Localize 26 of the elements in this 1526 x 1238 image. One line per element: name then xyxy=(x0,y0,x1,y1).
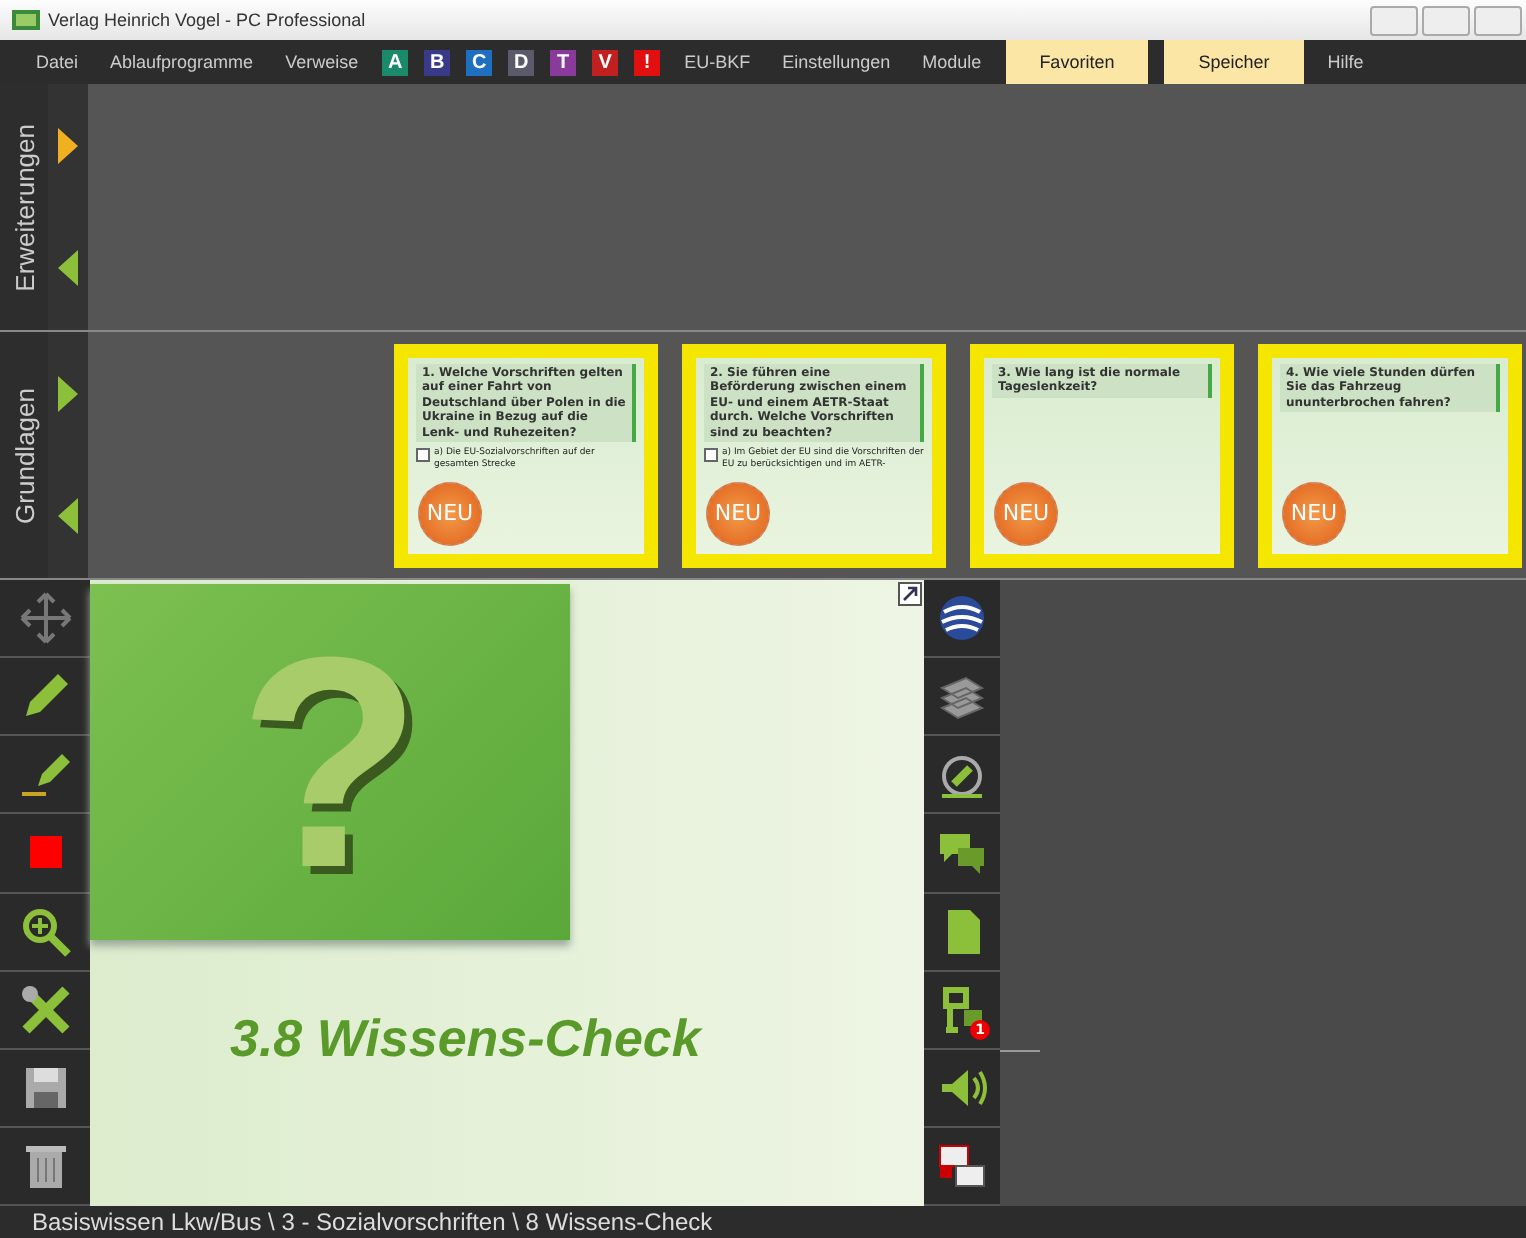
slide-title: 3.8 Wissens-Check xyxy=(230,1008,701,1070)
menu-item[interactable]: Datei xyxy=(28,40,87,84)
reference-badge[interactable]: ! xyxy=(634,49,661,75)
new-badge: NEU xyxy=(1282,481,1346,545)
question-mark: ? xyxy=(238,591,422,933)
menu-item[interactable]: Module xyxy=(914,40,990,84)
menu-item[interactable]: Ablaufprogramme xyxy=(102,40,262,84)
menu-item[interactable]: Favoriten xyxy=(1005,40,1149,84)
menu-item[interactable]: EU-BKF xyxy=(676,40,759,84)
panel-tab[interactable]: Grundlagen xyxy=(0,332,48,578)
new-badge: NEU xyxy=(994,481,1058,545)
reference-badge[interactable]: A xyxy=(382,49,409,75)
menu-item[interactable]: Verweise xyxy=(277,40,367,84)
window-title: Verlag Heinrich Vogel - PC Professional xyxy=(48,10,366,30)
new-badge: NEU xyxy=(706,481,770,545)
new-badge: NEU xyxy=(418,481,482,545)
breadcrumb: Basiswissen Lkw/Bus \ 3 - Sozialvorschriften \ 8 Wissens-Check xyxy=(32,1208,713,1236)
menu-item[interactable]: Hilfe xyxy=(1319,40,1372,84)
reference-badge[interactable]: T xyxy=(550,49,577,75)
reference-badge[interactable]: D xyxy=(508,49,535,75)
reference-badge[interactable]: C xyxy=(466,49,493,75)
reference-badge[interactable]: V xyxy=(592,49,619,75)
menu-item[interactable]: Speicher xyxy=(1164,40,1304,84)
panel-tab[interactable]: Erweiterungen xyxy=(0,84,48,330)
reference-badge[interactable]: B xyxy=(424,49,451,75)
menu-item[interactable]: Einstellungen xyxy=(774,40,899,84)
